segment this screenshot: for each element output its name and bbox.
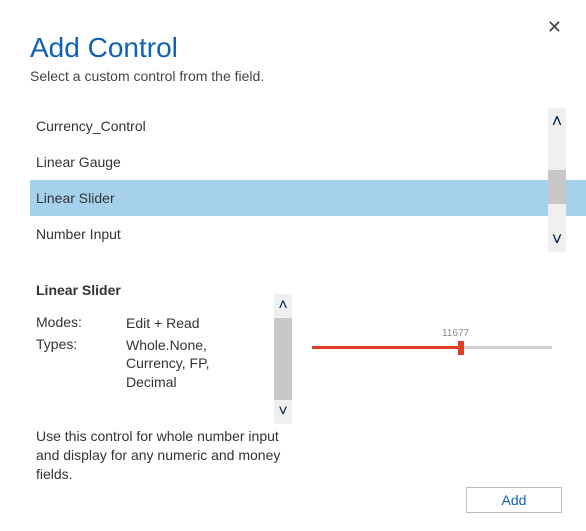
types-label: Types: bbox=[36, 336, 126, 391]
control-list: Currency_Control Linear Gauge Linear Sli… bbox=[0, 108, 586, 252]
page-title: Add Control bbox=[30, 32, 556, 64]
chevron-up-icon[interactable]: ˄ bbox=[274, 294, 292, 318]
detail-panel: Linear Slider Modes: Edit + Read Types: … bbox=[0, 252, 586, 483]
list-item-currency-control[interactable]: Currency_Control bbox=[30, 108, 586, 144]
types-value: Whole.None, Currency, FP, Decimal bbox=[126, 336, 261, 391]
scrollbar-thumb[interactable] bbox=[274, 318, 292, 400]
chevron-up-icon[interactable]: ˄ bbox=[552, 108, 563, 134]
dialog-header: Add Control Select a custom control from… bbox=[0, 0, 586, 90]
close-icon[interactable]: ✕ bbox=[547, 18, 562, 36]
slider-thumb[interactable] bbox=[458, 341, 464, 355]
page-subtitle: Select a custom control from the field. bbox=[30, 68, 556, 84]
chevron-down-icon[interactable]: ˅ bbox=[552, 226, 563, 252]
control-preview: 11677 bbox=[312, 328, 562, 349]
list-item-linear-slider[interactable]: Linear Slider bbox=[30, 180, 586, 216]
slider-track[interactable] bbox=[312, 346, 552, 349]
add-button[interactable]: Add bbox=[466, 487, 562, 513]
detail-description: Use this control for whole number input … bbox=[36, 427, 281, 484]
modes-value: Edit + Read bbox=[126, 314, 261, 332]
detail-title: Linear Slider bbox=[36, 282, 556, 298]
control-list-wrap: Currency_Control Linear Gauge Linear Sli… bbox=[0, 108, 586, 252]
detail-scrollbar[interactable]: ˄ ˅ bbox=[274, 294, 292, 424]
modes-label: Modes: bbox=[36, 314, 126, 332]
preview-value-label: 11677 bbox=[442, 328, 469, 339]
list-scrollbar[interactable]: ˄ ˅ bbox=[548, 108, 566, 252]
list-item-linear-gauge[interactable]: Linear Gauge bbox=[30, 144, 586, 180]
slider-fill bbox=[312, 346, 461, 349]
dialog-footer: Add bbox=[466, 487, 562, 513]
list-item-number-input[interactable]: Number Input bbox=[30, 216, 586, 252]
scrollbar-thumb[interactable] bbox=[548, 170, 566, 204]
chevron-down-icon[interactable]: ˅ bbox=[274, 400, 292, 424]
